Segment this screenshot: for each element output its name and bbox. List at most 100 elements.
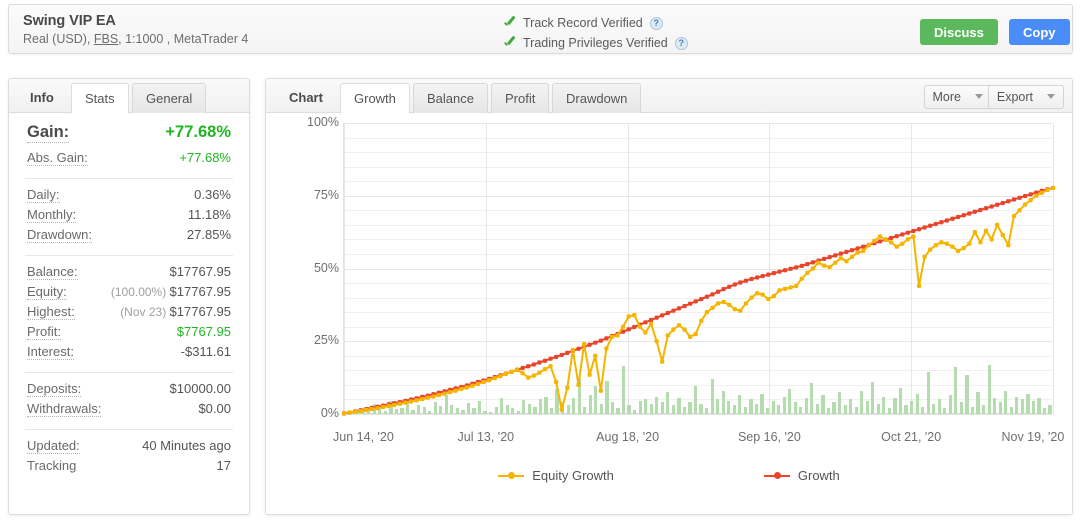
export-dropdown[interactable]: Export <box>987 85 1064 109</box>
chart-point-marker <box>1011 197 1017 202</box>
chart-point-marker <box>771 271 776 276</box>
chart-point-marker <box>1028 198 1033 203</box>
chart-point-marker <box>922 254 927 259</box>
chart-point-marker <box>380 404 386 410</box>
stat-row: Gain: +77.68% <box>27 123 231 150</box>
legend-item[interactable]: Equity Growth <box>498 468 614 483</box>
chart-point-marker <box>760 292 765 297</box>
chart-point-marker <box>961 246 966 251</box>
tab-profit[interactable]: Profit <box>491 83 550 113</box>
chart-point-marker <box>626 314 631 319</box>
chart-point-marker <box>671 327 676 332</box>
stat-value: +77.68% <box>179 150 231 165</box>
chart-point-marker <box>844 259 849 264</box>
tab-growth[interactable]: Growth <box>340 83 410 114</box>
chart-point-marker <box>950 216 955 221</box>
chart-point-marker <box>782 268 788 273</box>
chart-point-marker <box>810 260 816 265</box>
chart-legend: Equity Growth Growth <box>266 468 1072 483</box>
chart-point-marker <box>682 327 687 332</box>
chart-point-marker <box>369 406 375 412</box>
chart-point-marker <box>933 243 938 248</box>
chart-point-marker <box>554 354 559 360</box>
chart-point-marker <box>704 310 709 315</box>
chart-point-marker <box>989 237 994 242</box>
chart-point-marker <box>1011 214 1017 219</box>
chart-point-marker <box>844 249 849 255</box>
chart-point-marker <box>732 307 737 312</box>
y-axis-tick-label: 25% <box>313 333 339 348</box>
chart-point-marker <box>805 262 810 267</box>
chart-point-marker <box>693 299 698 304</box>
chart-point-marker <box>598 338 603 343</box>
chart-point-marker <box>889 235 894 241</box>
chart-point-marker <box>972 230 977 235</box>
chart-point-marker <box>738 308 743 313</box>
chart-point-marker <box>375 406 380 411</box>
stat-value: -$311.61 <box>180 344 231 359</box>
legend-item[interactable]: Growth <box>763 468 840 483</box>
chart-point-marker <box>928 247 933 252</box>
help-icon[interactable]: ? <box>649 16 663 30</box>
chart-point-marker <box>1028 192 1033 197</box>
chart-point-marker <box>693 331 698 337</box>
chart-point-marker <box>403 400 408 405</box>
chart-point-marker <box>581 342 587 347</box>
chart-point-marker <box>648 317 654 323</box>
chart-point-marker <box>916 227 922 232</box>
broker-link[interactable]: FBS <box>94 32 118 46</box>
chart-point-marker <box>408 399 414 404</box>
chart-point-marker <box>939 240 944 245</box>
chart-point-marker <box>972 209 977 214</box>
chart-point-marker <box>721 287 726 292</box>
tab-drawdown[interactable]: Drawdown <box>552 83 642 113</box>
chart-point-marker <box>637 324 642 329</box>
chart-point-marker <box>922 225 927 230</box>
chart-point-marker <box>777 269 782 274</box>
chart-point-marker <box>626 327 631 332</box>
stat-row: Highest: (Nov 23) $17767.95 <box>27 304 231 324</box>
stat-row: Balance: $17767.95 <box>27 264 231 284</box>
more-dropdown[interactable]: More <box>923 85 992 109</box>
chart-point-marker <box>939 220 944 225</box>
chart-point-marker <box>576 346 581 351</box>
chart-point-marker <box>827 264 832 270</box>
tab-balance[interactable]: Balance <box>413 83 488 113</box>
chart-point-marker <box>587 372 592 377</box>
tab-general[interactable]: General <box>132 83 207 113</box>
help-icon[interactable]: ? <box>674 36 688 50</box>
chart-point-marker <box>749 276 754 282</box>
chart-point-marker <box>1022 193 1028 199</box>
discuss-button[interactable]: Discuss <box>920 19 998 45</box>
stat-row: Abs. Gain: +77.68% <box>27 150 231 170</box>
chart-point-marker <box>682 303 687 309</box>
chart-tabstrip: More Export Chart Growth Balance Profit Draw… <box>266 79 1072 114</box>
chart-point-marker <box>676 306 682 311</box>
chart-point-marker <box>542 367 548 372</box>
chart-point-marker <box>727 284 732 289</box>
chart-point-marker <box>794 283 799 289</box>
chart-point-marker <box>788 266 793 271</box>
chart-point-marker <box>660 313 665 318</box>
chart-point-marker <box>849 254 855 259</box>
stat-value: $17767.95 <box>169 264 231 279</box>
chart-point-marker <box>358 408 363 414</box>
chart-point-marker <box>983 228 989 233</box>
chart-point-marker <box>894 234 899 239</box>
chart-point-marker <box>755 291 760 296</box>
chart-point-marker <box>1006 243 1011 248</box>
chart-point-marker <box>900 232 905 237</box>
chart-point-marker <box>983 206 989 211</box>
chart-point-marker <box>928 223 933 228</box>
chart-point-marker <box>565 350 570 355</box>
stat-label: Equity: <box>27 284 67 300</box>
chart-point-marker <box>978 207 983 213</box>
chart-point-marker <box>827 255 832 260</box>
chart-point-marker <box>704 294 709 299</box>
chart-point-marker <box>392 402 397 408</box>
copy-button[interactable]: Copy <box>1009 19 1070 45</box>
chart-plot-area: 0% 25% 50% 75% 100% Jun 14, '20 Jul 13, '20 Aug… <box>307 115 1064 444</box>
account-type: Real (USD), <box>23 32 94 46</box>
stat-row: Deposits: $10000.00 <box>27 381 231 401</box>
tab-stats[interactable]: Stats <box>71 83 129 114</box>
